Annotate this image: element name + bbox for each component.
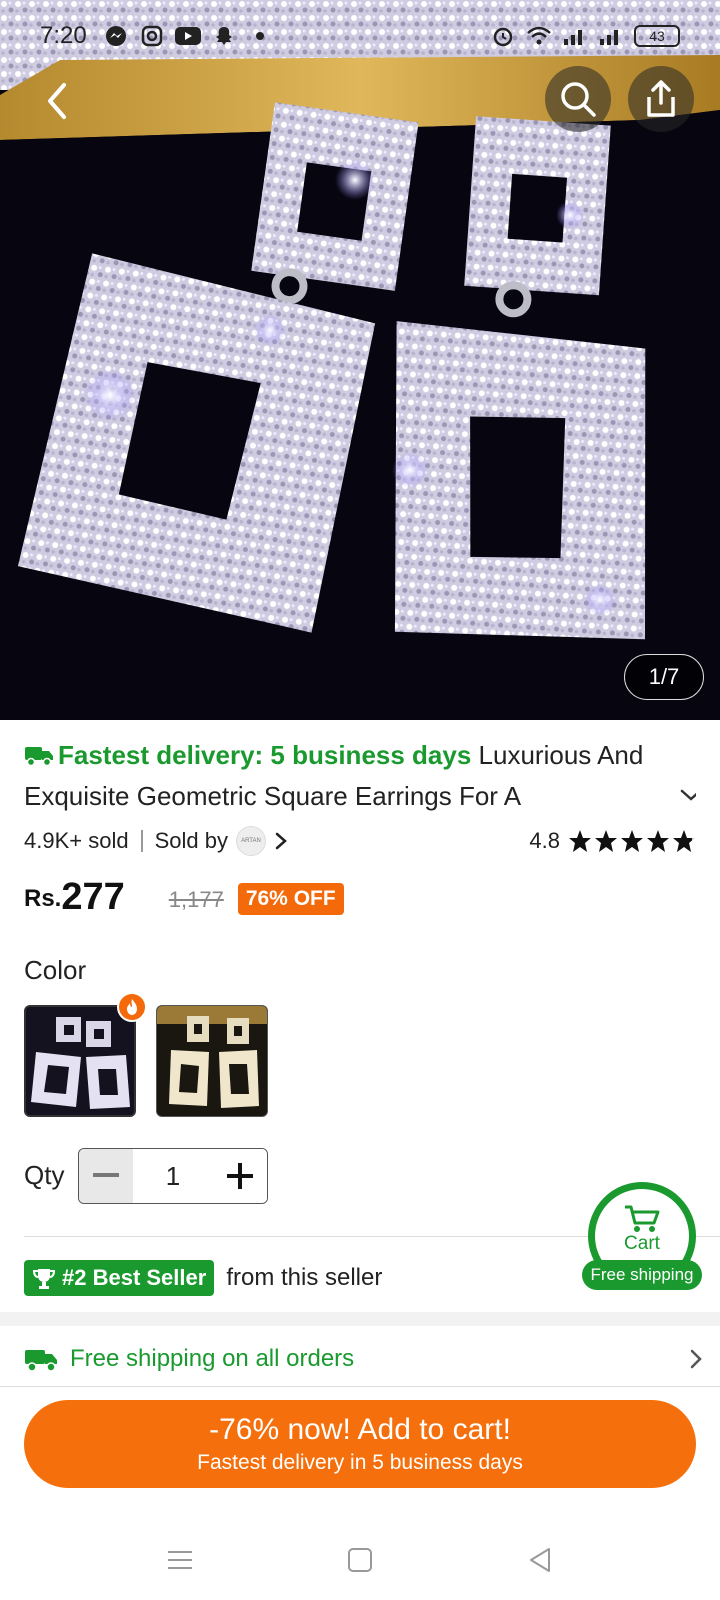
add-to-cart-button[interactable]: -76% now! Add to cart! Fastest delivery … [24, 1400, 696, 1488]
wifi-icon [526, 25, 552, 47]
star-half-icon [673, 830, 695, 852]
share-icon [647, 80, 675, 117]
signal-icon [598, 25, 624, 47]
delivery-badge-text: Fastest delivery: 5 business days [58, 740, 472, 770]
truck-icon [25, 747, 53, 767]
search-button[interactable] [545, 66, 611, 132]
instagram-icon [139, 25, 165, 47]
share-button[interactable] [628, 66, 694, 132]
seller-avatar[interactable]: ARTAN [235, 826, 266, 856]
status-bar: 7:20 43 [0, 0, 720, 72]
meta-row: 4.9K+ sold Sold by ARTAN 4.8 [24, 825, 696, 857]
cart-label: Cart [624, 1233, 660, 1254]
price: 277 [61, 876, 125, 918]
add-to-cart-label: -76% now! Add to cart! [209, 1413, 511, 1446]
best-seller-badge-text: #2 Best Seller [62, 1265, 207, 1290]
rating[interactable]: 4.8 [529, 828, 696, 854]
chevron-right-icon[interactable] [274, 831, 288, 851]
star-icon [569, 830, 591, 852]
swatch-image [157, 1006, 267, 1116]
color-swatch-2[interactable] [156, 1005, 268, 1117]
old-price: 1,177 [168, 887, 224, 912]
qty-increase-button[interactable] [213, 1149, 267, 1203]
divider [0, 1386, 720, 1387]
system-nav-bar [0, 1520, 720, 1600]
best-seller-suffix: from this seller [226, 1264, 383, 1291]
back-nav-button[interactable] [520, 1540, 560, 1580]
earrings-photo [0, 0, 720, 720]
chevron-left-icon [48, 83, 66, 119]
home-button[interactable] [340, 1540, 380, 1580]
search-icon [561, 82, 596, 117]
dot-icon [247, 25, 273, 47]
messenger-icon [103, 25, 129, 47]
trophy-icon [32, 1269, 56, 1289]
separator [140, 830, 143, 852]
free-shipping-text: Free shipping on all orders [70, 1345, 355, 1372]
product-info: Fastest delivery: 5 business days Luxuri… [24, 735, 696, 919]
snapchat-icon [211, 25, 237, 47]
menu-button[interactable] [160, 1540, 200, 1580]
minus-icon [93, 1173, 119, 1177]
image-counter: 1/7 [624, 654, 704, 700]
star-rating [568, 829, 696, 853]
color-swatch-1[interactable] [24, 1005, 136, 1117]
star-icon [647, 830, 669, 852]
flame-icon [127, 999, 137, 1015]
free-shipping-row[interactable]: Free shipping on all orders [24, 1334, 704, 1384]
best-seller-badge: #2 Best Seller [24, 1260, 215, 1296]
battery-indicator: 43 [634, 25, 680, 47]
back-button[interactable] [32, 76, 82, 126]
cart-icon [625, 1205, 660, 1232]
price-row: Rs. 277 1,177 76% OFF [24, 869, 696, 919]
best-seller-row: #2 Best Seller from this seller [24, 1260, 382, 1296]
swatch-image [26, 1007, 134, 1115]
delivery-badge: Fastest delivery: 5 business days [24, 740, 479, 770]
star-icon [595, 830, 617, 852]
status-time: 7:20 [40, 22, 87, 49]
plus-icon [227, 1163, 253, 1189]
quantity-stepper: 1 [78, 1148, 268, 1204]
color-label: Color [24, 955, 87, 985]
chevron-down-icon[interactable] [676, 783, 696, 807]
free-shipping-pill: Free shipping [582, 1260, 702, 1290]
rating-value: 4.8 [529, 828, 560, 853]
chevron-right-icon [690, 1349, 702, 1369]
hot-badge [117, 992, 147, 1022]
discount-badge: 76% OFF [237, 883, 344, 915]
qty-label: Qty [24, 1160, 65, 1190]
sold-by-label[interactable]: Sold by [155, 828, 228, 854]
qty-decrease-button[interactable] [79, 1149, 133, 1203]
product-image[interactable]: 7:20 43 [0, 0, 720, 720]
signal-icon [562, 25, 588, 47]
youtube-icon [174, 25, 201, 47]
currency: Rs. [24, 885, 62, 912]
section-gap [0, 1312, 720, 1326]
back-triangle-icon [530, 1548, 550, 1572]
truck-icon [25, 1350, 57, 1372]
product-title-block[interactable]: Fastest delivery: 5 business days Luxuri… [24, 735, 696, 817]
qty-value[interactable]: 1 [133, 1149, 213, 1203]
add-to-cart-sublabel: Fastest delivery in 5 business days [197, 1451, 523, 1474]
star-icon [621, 830, 643, 852]
home-square-icon [348, 1548, 372, 1572]
alarm-icon [490, 25, 516, 47]
menu-icon [168, 1551, 192, 1569]
sold-count: 4.9K+ sold [24, 828, 129, 853]
